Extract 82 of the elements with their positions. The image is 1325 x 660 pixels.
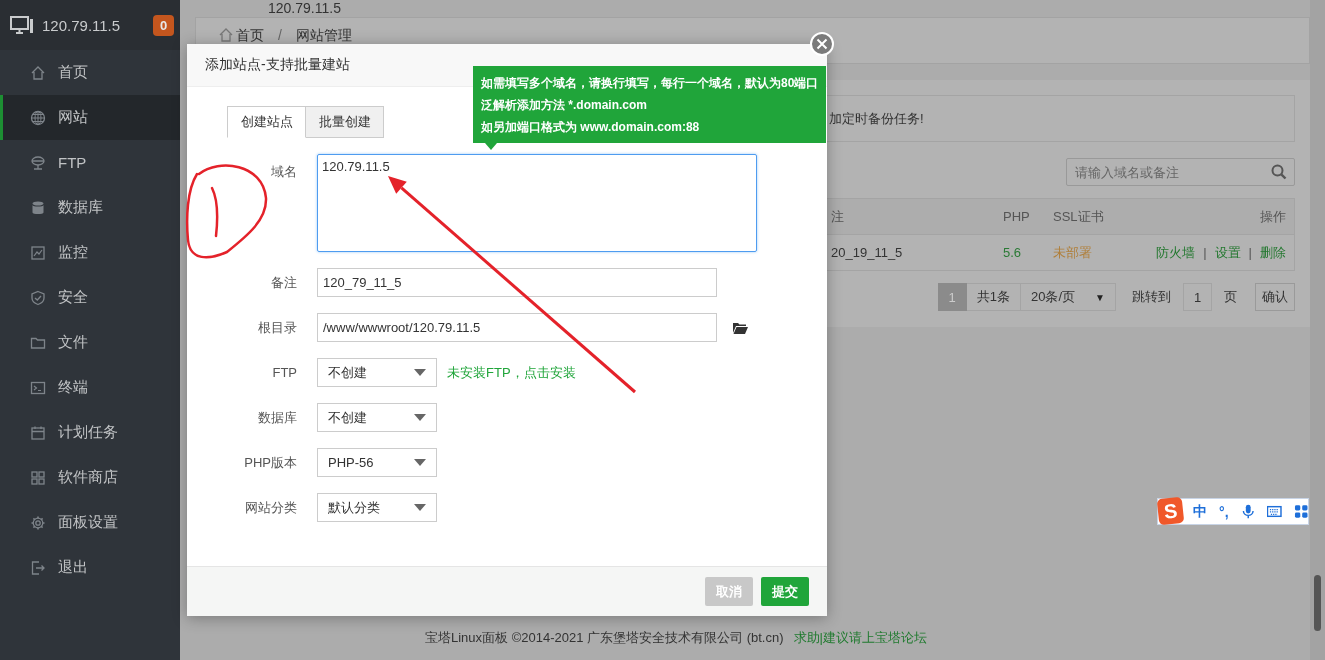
dropdown[interactable]: 默认分类: [317, 493, 437, 522]
table-cell-text: 5.6: [1002, 245, 1022, 260]
total-count: 共1条: [966, 283, 1021, 311]
server-name: 120.79.11.5: [42, 16, 122, 34]
input-mode-toggle[interactable]: 中: [1193, 502, 1208, 521]
globe-icon: [30, 109, 46, 126]
field-label: PHP版本: [244, 453, 297, 472]
confirm-button[interactable]: 确认: [1255, 283, 1295, 311]
dropdown[interactable]: 不创建: [317, 403, 437, 432]
page-unit: 页: [1224, 288, 1237, 306]
search-icon[interactable]: [1271, 164, 1287, 180]
scrollbar[interactable]: [1310, 0, 1325, 660]
sidebar-item[interactable]: 计划任务: [0, 410, 180, 455]
table-cell-text: 20_19_11_5: [830, 245, 903, 260]
sidebar-item[interactable]: 退出: [0, 545, 180, 590]
column-header: 操作: [1260, 207, 1286, 226]
field-label: 网站分类: [245, 498, 297, 517]
field-label: 数据库: [258, 408, 297, 427]
sidebar-item[interactable]: 网站: [0, 95, 180, 140]
column-header: 注: [830, 207, 844, 226]
page-size-dropdown[interactable]: 20条/页 ▼: [1021, 283, 1116, 311]
sidebar-item[interactable]: 安全: [0, 275, 180, 320]
breadcrumb-link[interactable]: 首页: [236, 27, 264, 43]
caret-icon: [414, 503, 426, 512]
tooltip-text: 泛解析添加方法 *.domain.com: [481, 97, 647, 114]
tab[interactable]: 批量创建: [306, 106, 384, 138]
dropdown[interactable]: PHP-56: [317, 448, 437, 477]
folder-icon[interactable]: [733, 321, 748, 334]
goto-label: 跳转到: [1132, 288, 1171, 306]
sidebar-item[interactable]: 首页: [0, 50, 180, 95]
sidebar-item[interactable]: 面板设置: [0, 500, 180, 545]
page-input[interactable]: 1: [1183, 283, 1212, 311]
field-label: 根目录: [258, 318, 297, 337]
dropdown[interactable]: 不创建: [317, 358, 437, 387]
breadcrumb-item: 网站管理: [295, 27, 352, 43]
calendar-icon: [30, 424, 46, 441]
sidebar-item[interactable]: 监控: [0, 230, 180, 275]
caret-icon: [414, 413, 426, 422]
caret-icon: [414, 458, 426, 467]
breadcrumb-separator: /: [277, 27, 283, 43]
sidebar-item[interactable]: 终端: [0, 365, 180, 410]
sidebar-item[interactable]: 软件商店: [0, 455, 180, 500]
tooltip-text: 如需填写多个域名，请换行填写，每行一个域名，默认为80端口: [481, 75, 819, 92]
action-separator: |: [1203, 245, 1207, 260]
terminal-icon: [30, 379, 46, 396]
notification-badge[interactable]: 0: [153, 14, 174, 36]
input-field[interactable]: 120_79_11_5: [317, 268, 717, 297]
scroll-thumb[interactable]: [1314, 575, 1321, 631]
monitor-icon: [10, 15, 34, 35]
logout-icon: [30, 559, 46, 576]
apps-icon[interactable]: [1293, 504, 1308, 519]
search-field[interactable]: 请输入域名或备注: [1066, 158, 1295, 186]
field-label: 备注: [271, 273, 297, 292]
notice-text: 加定时备份任务!: [829, 109, 924, 128]
input-field[interactable]: /www/wwwroot/120.79.11.5: [317, 313, 717, 342]
column-header: PHP: [1002, 209, 1030, 224]
domain-field[interactable]: 120.79.11.5: [317, 154, 757, 252]
field-label: FTP: [272, 365, 297, 380]
copyright-text: 宝塔Linux面板 ©2014-2021 广东堡塔安全技术有限公司 (bt.cn): [425, 629, 784, 647]
column-header: SSL证书: [1052, 207, 1104, 226]
action-separator: |: [1248, 245, 1252, 260]
database-icon: [30, 199, 46, 216]
server-icon: [30, 154, 46, 171]
microphone-icon[interactable]: [1240, 504, 1256, 519]
sidebar-item[interactable]: 文件: [0, 320, 180, 365]
close-icon: [816, 38, 828, 50]
shield-icon: [30, 289, 46, 306]
apps-icon: [30, 469, 46, 486]
sidebar-item[interactable]: 数据库: [0, 185, 180, 230]
dialog-title: 添加站点-支持批量建站: [205, 56, 350, 74]
home-icon: [218, 27, 234, 43]
field-label: 域名: [271, 163, 297, 181]
home-icon: [30, 64, 46, 81]
sidebar-item[interactable]: FTP: [0, 140, 180, 185]
keyboard-icon[interactable]: [1267, 504, 1282, 519]
settings-icon: [30, 514, 46, 531]
tooltip-text: 如另加端口格式为 www.domain.com:88: [481, 119, 700, 136]
server-address: 120.79.11.5: [268, 0, 341, 17]
tab[interactable]: 创建站点: [227, 106, 306, 138]
chart-icon: [30, 244, 46, 261]
punctuation-toggle[interactable]: °,: [1219, 503, 1229, 520]
caret-icon: [414, 368, 426, 377]
